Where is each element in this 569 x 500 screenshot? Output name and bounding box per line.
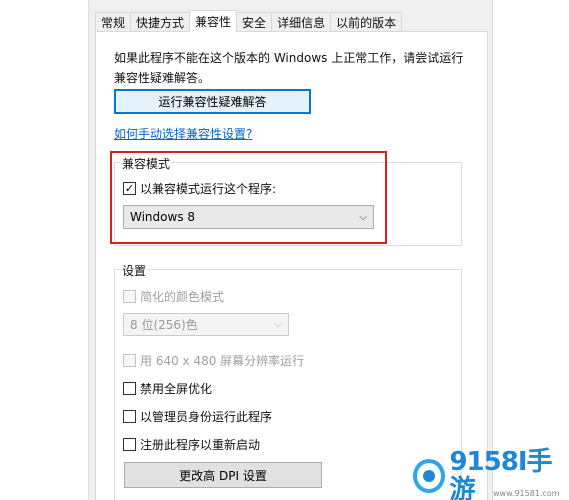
properties-dialog: 常规 快捷方式 兼容性 安全 详细信息 以前的版本 如果此程序不能在这个版本的 … — [88, 0, 493, 500]
color-depth-select[interactable]: 8 位(256)色 ⌵ — [123, 313, 289, 336]
run-troubleshooter-button[interactable]: 运行兼容性疑难解答 — [114, 89, 311, 114]
tab-compatibility[interactable]: 兼容性 — [189, 10, 238, 32]
chevron-down-icon: ⌵ — [359, 211, 367, 223]
watermark-url: www.91581.com — [493, 489, 560, 498]
compat-mode-group — [114, 162, 462, 246]
run-as-admin-checkbox[interactable] — [123, 410, 136, 423]
tab-general[interactable]: 常规 — [95, 12, 132, 32]
os-version-value: Windows 8 — [130, 210, 196, 224]
change-high-dpi-button[interactable]: 更改高 DPI 设置 — [124, 462, 322, 488]
register-restart-label: 注册此程序以重新启动 — [140, 438, 261, 452]
reduced-color-option[interactable]: 简化的颜色模式 — [123, 288, 224, 305]
checkmark-icon: ✓ — [124, 182, 135, 195]
low-resolution-label: 用 640 x 480 屏幕分辨率运行 — [140, 354, 305, 368]
reduced-color-checkbox[interactable] — [123, 290, 136, 303]
compat-mode-option[interactable]: ✓ 以兼容模式运行这个程序: — [123, 180, 276, 197]
register-restart-option[interactable]: 注册此程序以重新启动 — [123, 436, 260, 453]
compat-mode-checkbox[interactable]: ✓ — [123, 182, 136, 195]
intro-text: 如果此程序不能在这个版本的 Windows 上正常工作，请尝试运行兼容性疑难解答… — [114, 51, 464, 85]
compat-mode-label: 以兼容模式运行这个程序: — [140, 182, 277, 196]
run-as-admin-label: 以管理员身份运行此程序 — [140, 410, 273, 424]
low-resolution-option[interactable]: 用 640 x 480 屏幕分辨率运行 — [123, 352, 304, 369]
disable-fullscreen-option[interactable]: 禁用全屏优化 — [123, 380, 212, 397]
watermark-logo-icon — [413, 459, 446, 493]
tab-previous-versions[interactable]: 以前的版本 — [330, 12, 403, 32]
chevron-down-icon: ⌵ — [274, 319, 282, 330]
compat-mode-group-title: 兼容模式 — [120, 155, 173, 172]
register-restart-checkbox[interactable] — [123, 438, 136, 451]
tab-details[interactable]: 详细信息 — [271, 12, 332, 32]
compatibility-panel: 如果此程序不能在这个版本的 Windows 上正常工作，请尝试运行兼容性疑难解答… — [95, 31, 488, 500]
tab-bar: 常规 快捷方式 兼容性 安全 详细信息 以前的版本 — [95, 10, 403, 32]
settings-group-title: 设置 — [120, 262, 149, 279]
disable-fullscreen-checkbox[interactable] — [123, 382, 136, 395]
disable-fullscreen-label: 禁用全屏优化 — [140, 382, 213, 396]
tab-shortcut[interactable]: 快捷方式 — [130, 12, 191, 32]
manual-compat-settings-link[interactable]: 如何手动选择兼容性设置? — [114, 125, 252, 142]
reduced-color-label: 简化的颜色模式 — [140, 290, 225, 304]
site-watermark: 9158I手游 www.91581.com — [413, 448, 569, 500]
os-version-select[interactable]: Windows 8 ⌵ — [123, 205, 374, 229]
low-resolution-checkbox[interactable] — [123, 354, 136, 367]
color-depth-value: 8 位(256)色 — [130, 318, 198, 332]
tab-security[interactable]: 安全 — [236, 12, 273, 32]
run-as-admin-option[interactable]: 以管理员身份运行此程序 — [123, 408, 272, 425]
